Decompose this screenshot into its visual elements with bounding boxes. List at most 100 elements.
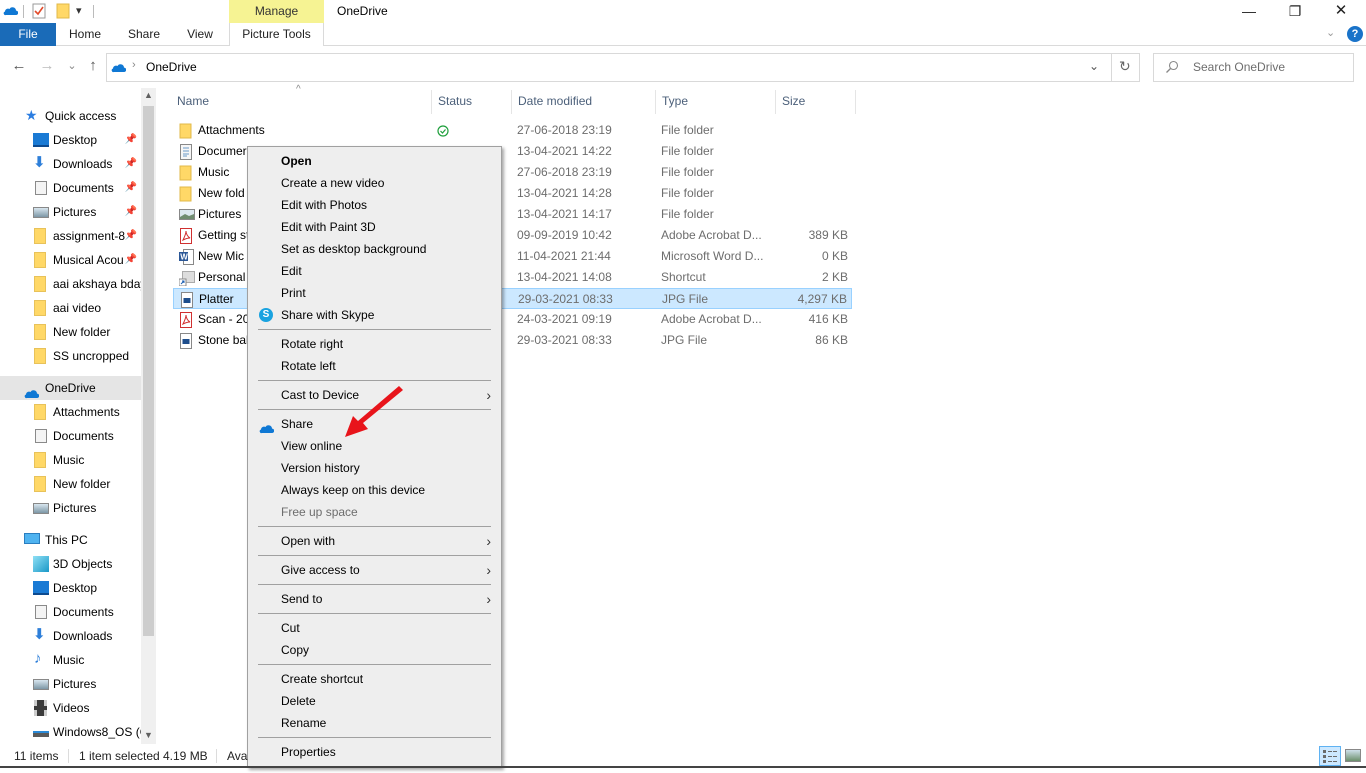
- address-divider: [1111, 54, 1112, 81]
- menu-item-copy[interactable]: Copy: [248, 639, 501, 661]
- menu-item-send-to[interactable]: Send to ›: [248, 588, 501, 610]
- menu-item-rotate-right[interactable]: Rotate right: [248, 333, 501, 355]
- breadcrumb-separator: ›: [132, 59, 136, 71]
- tab-view[interactable]: View: [178, 23, 222, 46]
- tab-home[interactable]: Home: [60, 23, 110, 46]
- column-divider[interactable]: [775, 90, 776, 114]
- tab-file[interactable]: File: [0, 23, 56, 46]
- customize-qat-icon[interactable]: ▾: [76, 4, 82, 17]
- file-type: Microsoft Word D...: [661, 249, 764, 263]
- column-divider[interactable]: [431, 90, 432, 114]
- annotation-arrow-shape: [345, 386, 403, 437]
- menu-item-print[interactable]: Print: [248, 282, 501, 304]
- pin-icon: 📌: [124, 254, 137, 265]
- sidebar-item-pictures[interactable]: Pictures 📌: [0, 200, 141, 224]
- menu-item-edit-with-paint-3d[interactable]: Edit with Paint 3D: [248, 216, 501, 238]
- sidebar-item-music[interactable]: ♪ Music: [0, 648, 141, 672]
- breadcrumb-onedrive[interactable]: OneDrive: [146, 60, 197, 74]
- sidebar-item-pictures[interactable]: Pictures: [0, 496, 141, 520]
- file-size: 0 KB: [821, 249, 848, 263]
- search-box[interactable]: Search OneDrive: [1153, 53, 1354, 82]
- menu-item-always-keep-on-this-device[interactable]: Always keep on this device: [248, 479, 501, 501]
- tab-picture-tools[interactable]: Picture Tools: [229, 23, 324, 46]
- menu-item-edit[interactable]: Edit: [248, 260, 501, 282]
- scroll-down-icon[interactable]: ▼: [144, 730, 153, 740]
- sidebar-item-videos[interactable]: Videos: [0, 696, 141, 720]
- sidebar-item-documents[interactable]: Documents: [0, 424, 141, 448]
- sidebar-item-folder[interactable]: Musical Acou 📌: [0, 248, 141, 272]
- search-icon: [1165, 60, 1179, 77]
- menu-item-set-as-desktop-background[interactable]: Set as desktop background: [248, 238, 501, 260]
- details-view-button[interactable]: [1319, 746, 1341, 766]
- sidebar-item-3d-objects[interactable]: 3D Objects: [0, 552, 141, 576]
- folder-icon: [34, 276, 46, 292]
- menu-item-share-with-skype[interactable]: S Share with Skype: [248, 304, 501, 326]
- file-type: Adobe Acrobat D...: [661, 228, 762, 242]
- sidebar-item-downloads[interactable]: ⬇ Downloads: [0, 624, 141, 648]
- menu-item-create-shortcut[interactable]: Create shortcut: [248, 668, 501, 690]
- submenu-arrow-icon: ›: [486, 387, 491, 403]
- help-icon[interactable]: ?: [1347, 26, 1363, 42]
- column-header-status[interactable]: Status: [438, 88, 472, 115]
- folder-icon: [179, 165, 193, 181]
- file-row[interactable]: Attachments 27-06-2018 23:19 File folder: [173, 120, 852, 141]
- column-divider[interactable]: [511, 90, 512, 114]
- sidebar-item-folder[interactable]: assignment-8 📌: [0, 224, 141, 248]
- menu-item-open[interactable]: Open: [248, 150, 501, 172]
- large-icons-view-button[interactable]: [1345, 749, 1361, 762]
- sidebar-item-drive-c[interactable]: Windows8_OS (C: [0, 720, 141, 744]
- menu-item-label: Open: [281, 154, 312, 168]
- column-header-type[interactable]: Type: [662, 88, 688, 115]
- column-header-date-modified[interactable]: Date modified: [518, 88, 592, 115]
- close-button[interactable]: ✕: [1318, 0, 1364, 23]
- forward-button[interactable]: →: [38, 56, 56, 76]
- sidebar-item-folder[interactable]: New folder: [0, 320, 141, 344]
- sidebar-scrollbar-thumb[interactable]: [143, 106, 154, 636]
- sidebar-this-pc[interactable]: This PC: [0, 528, 141, 552]
- sidebar-item-downloads[interactable]: ⬇ Downloads 📌: [0, 152, 141, 176]
- expand-ribbon-icon[interactable]: ⌄: [1326, 26, 1335, 39]
- sidebar-onedrive[interactable]: OneDrive: [0, 376, 141, 400]
- maximize-button[interactable]: ❐: [1272, 0, 1318, 23]
- sidebar-item-documents[interactable]: Documents: [0, 600, 141, 624]
- menu-item-label: Open with: [281, 534, 336, 548]
- manage-contextual-tab[interactable]: Manage: [229, 0, 324, 23]
- sidebar-item-folder[interactable]: aai akshaya bday: [0, 272, 141, 296]
- menu-item-give-access-to[interactable]: Give access to ›: [248, 559, 501, 581]
- folder-icon: [34, 252, 46, 268]
- menu-item-delete[interactable]: Delete: [248, 690, 501, 712]
- sidebar-item-folder[interactable]: SS uncropped: [0, 344, 141, 368]
- column-divider[interactable]: [655, 90, 656, 114]
- sidebar-item-desktop[interactable]: Desktop: [0, 576, 141, 600]
- sidebar-item-pictures[interactable]: Pictures: [0, 672, 141, 696]
- sidebar-item-attachments[interactable]: Attachments: [0, 400, 141, 424]
- back-button[interactable]: ←: [10, 56, 28, 76]
- menu-item-create-a-new-video[interactable]: Create a new video: [248, 172, 501, 194]
- new-folder-icon[interactable]: [56, 3, 70, 22]
- minimize-button[interactable]: —: [1226, 0, 1272, 23]
- menu-item-cut[interactable]: Cut: [248, 617, 501, 639]
- menu-item-version-history[interactable]: Version history: [248, 457, 501, 479]
- file-type: Adobe Acrobat D...: [661, 312, 762, 326]
- sidebar-item-folder[interactable]: aai video: [0, 296, 141, 320]
- properties-icon[interactable]: [32, 3, 46, 22]
- sidebar-item-music[interactable]: Music: [0, 448, 141, 472]
- sidebar-item-desktop[interactable]: Desktop 📌: [0, 128, 141, 152]
- tab-share[interactable]: Share: [120, 23, 168, 46]
- column-divider[interactable]: [855, 90, 856, 114]
- menu-item-rotate-left[interactable]: Rotate left: [248, 355, 501, 377]
- sidebar-item-new-folder[interactable]: New folder: [0, 472, 141, 496]
- refresh-icon[interactable]: ↻: [1119, 58, 1131, 75]
- scroll-up-icon[interactable]: ▲: [144, 90, 153, 100]
- recent-locations-button[interactable]: ⌄: [63, 56, 81, 76]
- column-header-name[interactable]: Name: [177, 88, 209, 115]
- address-dropdown-icon[interactable]: ⌄: [1089, 59, 1099, 73]
- address-bar[interactable]: › OneDrive ⌄ ↻: [106, 53, 1140, 82]
- menu-item-edit-with-photos[interactable]: Edit with Photos: [248, 194, 501, 216]
- menu-item-rename[interactable]: Rename: [248, 712, 501, 734]
- up-button[interactable]: ↑: [84, 56, 102, 76]
- sidebar-item-documents[interactable]: Documents 📌: [0, 176, 141, 200]
- sidebar-quick-access[interactable]: ★ Quick access: [0, 104, 141, 128]
- menu-item-open-with[interactable]: Open with ›: [248, 530, 501, 552]
- column-header-size[interactable]: Size: [782, 88, 805, 115]
